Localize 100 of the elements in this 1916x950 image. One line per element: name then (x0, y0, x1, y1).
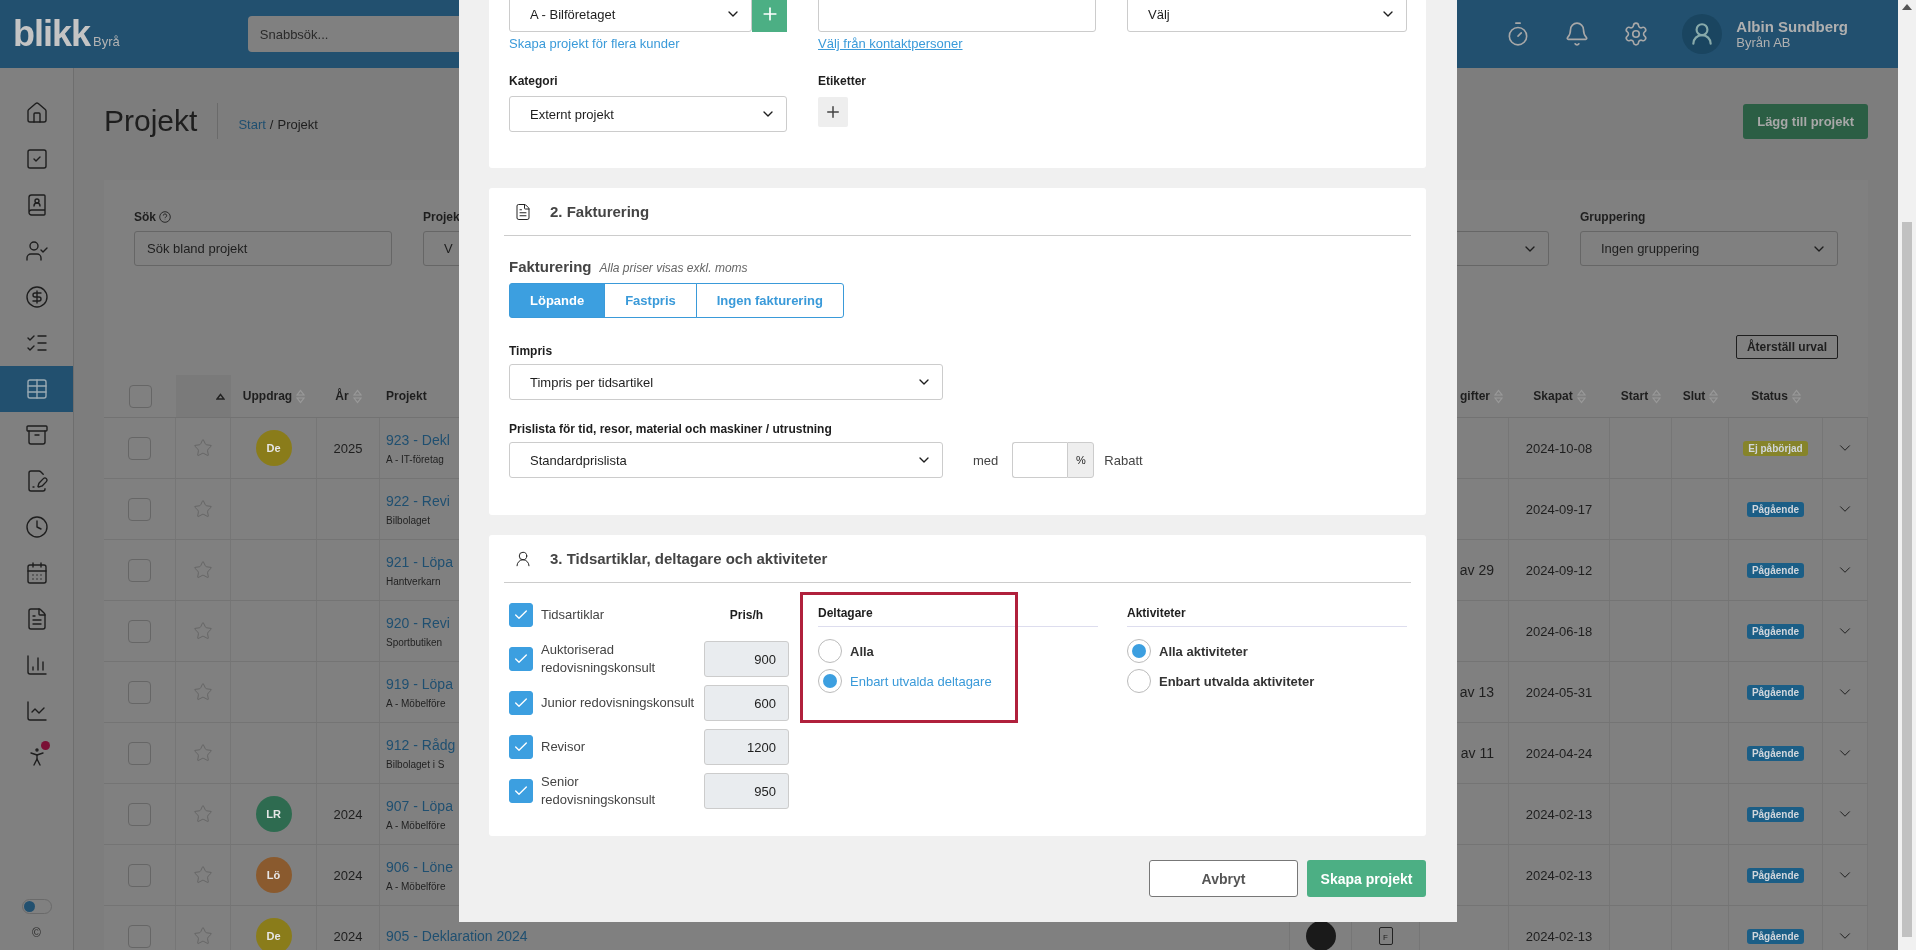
nav-button[interactable] (0, 366, 73, 412)
project-link[interactable]: 905 - Deklaration 2024 (386, 928, 528, 944)
select-all-checkbox[interactable] (128, 384, 152, 408)
row-checkbox[interactable] (128, 863, 151, 887)
dropdown[interactable]: Välj (1127, 0, 1407, 32)
radio-button[interactable] (1127, 639, 1151, 663)
billing-mode-button[interactable]: Löpande (509, 283, 606, 318)
home-icon (24, 101, 49, 125)
table-cell: 2024-02-13 (1525, 867, 1593, 883)
radio-button[interactable] (818, 669, 842, 693)
note-text: Alla priser visas exkl. moms (599, 261, 748, 275)
hourly-rate-dropdown[interactable]: Timpris per tidsartikel (509, 364, 943, 400)
sort-icon[interactable] (296, 388, 306, 404)
add-customer-button[interactable] (752, 0, 787, 32)
radio-button[interactable] (818, 639, 842, 663)
filter-dropdown[interactable]: Ingen gruppering (1580, 231, 1838, 266)
person-icon (514, 549, 532, 568)
table-cell: 2025 (333, 440, 363, 456)
project-link[interactable]: 920 - Revi (386, 614, 450, 631)
section-title: 3. Tidsartiklar, deltagare och aktiviteter (550, 550, 828, 567)
contact-field[interactable] (818, 0, 1096, 32)
star-icon[interactable] (193, 499, 213, 519)
star-icon[interactable] (193, 926, 213, 946)
project-link[interactable]: 906 - Löne (386, 858, 453, 875)
discount-field[interactable] (1012, 442, 1068, 478)
file-icon[interactable]: F (1378, 927, 1393, 945)
star-icon[interactable] (193, 560, 213, 580)
sort-icon[interactable] (1576, 388, 1586, 404)
sort-icon[interactable] (352, 388, 362, 404)
group-title: Aktiviteter (1127, 605, 1186, 620)
row-checkbox[interactable] (128, 558, 151, 582)
row-checkbox[interactable] (128, 924, 151, 948)
radio-label: Alla (850, 643, 874, 659)
field-label: Kategori (509, 74, 559, 88)
checkbox[interactable] (509, 647, 533, 671)
price-field: 900 (704, 641, 789, 677)
scroll-up-icon[interactable] (1902, 4, 1912, 10)
star-icon[interactable] (193, 682, 213, 702)
column-header: Uppdrag (242, 389, 293, 403)
customer-name: Sportbutiken (386, 636, 443, 648)
section-title: 2. Fakturering (550, 203, 650, 220)
checkbox[interactable] (509, 603, 533, 627)
star-icon[interactable] (193, 438, 213, 458)
checkbox[interactable] (509, 735, 533, 759)
row-checkbox[interactable] (128, 497, 151, 521)
column-header: År (335, 389, 349, 403)
checkbox-label: Junior redovisningskonsult (541, 694, 696, 712)
project-link[interactable]: 921 - Löpa (386, 553, 453, 570)
table-cell: 2024-04-24 (1525, 745, 1593, 761)
project-link[interactable]: 922 - Revi (386, 492, 450, 509)
initials-avatar: Lö (255, 857, 292, 893)
sort-ascending-icon[interactable] (216, 392, 225, 400)
row-checkbox[interactable] (128, 680, 151, 704)
row-checkbox[interactable] (128, 619, 151, 643)
sort-icon[interactable] (1652, 388, 1662, 404)
cancel-button[interactable]: Avbryt (1149, 860, 1298, 897)
filter-label: Sök (134, 210, 156, 224)
checkbox[interactable] (509, 779, 533, 803)
user-avatar[interactable] (1682, 14, 1723, 54)
theme-toggle[interactable] (21, 899, 52, 914)
checkbox[interactable] (509, 691, 533, 715)
sort-icon[interactable] (1494, 388, 1503, 404)
radio-label: Enbart utvalda deltagare (850, 673, 992, 689)
sort-icon[interactable] (1791, 388, 1801, 404)
billing-mode-button[interactable]: Fastpris (604, 283, 697, 318)
row-checkbox[interactable] (128, 802, 151, 826)
table-cell: 2024-09-12 (1525, 562, 1593, 578)
row-checkbox[interactable] (128, 436, 151, 460)
star-icon[interactable] (193, 621, 213, 641)
project-link[interactable]: 919 - Löpa (386, 675, 453, 692)
row-checkbox[interactable] (128, 741, 151, 765)
clock-icon (24, 515, 49, 539)
price-field: 1200 (704, 729, 789, 765)
table-icon (24, 377, 49, 401)
billing-mode-button[interactable]: Ingen fakturering (695, 283, 844, 318)
filter-label: Projek (423, 210, 460, 224)
reset-button[interactable]: Återställ urval (1735, 335, 1838, 359)
star-icon[interactable] (193, 865, 213, 885)
checkbox-label: Senior redovisningskonsult (541, 773, 657, 809)
settings-icon[interactable] (1623, 21, 1650, 47)
sort-icon[interactable] (1709, 388, 1719, 404)
link[interactable]: Välj från kontaktpersoner (818, 36, 1096, 52)
star-icon[interactable] (193, 804, 213, 824)
radio-button[interactable] (1127, 669, 1151, 693)
project-link[interactable]: 907 - Löpa (386, 797, 453, 814)
price-list-dropdown[interactable]: Standardprislista (509, 442, 943, 478)
project-link[interactable]: 923 - Dekl (386, 431, 450, 448)
add-tag-button[interactable] (818, 97, 848, 127)
user-company: Byrån AB (1736, 35, 1792, 50)
search-field[interactable]: Sök bland projekt (134, 231, 392, 266)
project-link[interactable]: 912 - Rådg (386, 736, 456, 753)
price-field: 600 (704, 685, 789, 721)
star-icon[interactable] (193, 743, 213, 763)
add-project-button[interactable]: Lägg till projekt (1743, 103, 1868, 139)
customer-name: Bilbolaget (386, 514, 430, 526)
column-header: Slut (1682, 389, 1706, 403)
create-project-button[interactable]: Skapa projekt (1307, 860, 1426, 897)
breadcrumb-link[interactable]: Start (238, 116, 266, 132)
customer-dropdown[interactable]: A - Bilföretaget (509, 0, 753, 32)
category-dropdown[interactable]: Externt projekt (509, 96, 787, 132)
